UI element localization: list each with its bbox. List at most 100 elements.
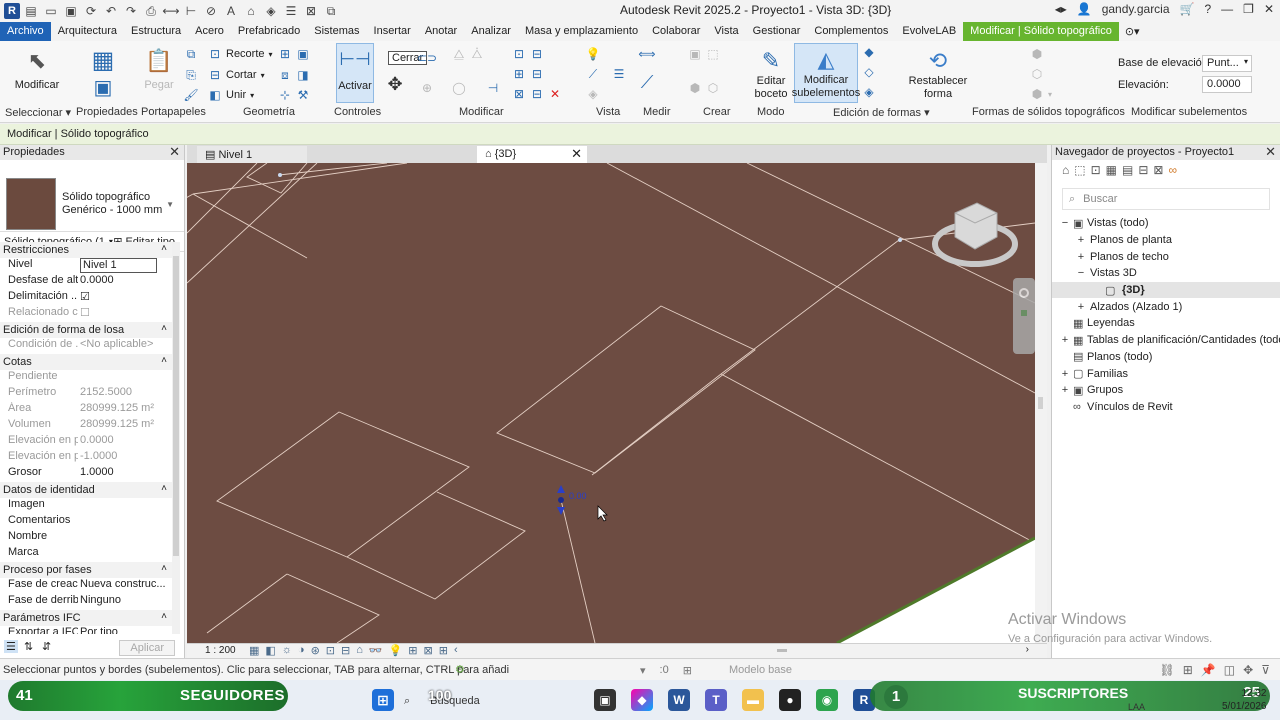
trim-button[interactable]: ⊣: [486, 81, 500, 95]
property-row[interactable]: Fase de derribo Ninguno: [0, 594, 173, 610]
expand-toggle-icon[interactable]: −: [1060, 217, 1070, 229]
undo-icon[interactable]: ↶: [102, 3, 120, 19]
aligned-dimension-icon[interactable]: ⊢: [182, 3, 200, 19]
save-icon[interactable]: ▣: [62, 3, 80, 19]
property-row[interactable]: Imagen: [0, 498, 173, 514]
panel-label-edicion-formas[interactable]: Edición de formas ▾: [833, 106, 930, 119]
sync-icon[interactable]: ⟳: [82, 3, 100, 19]
collapse-icon[interactable]: ˄: [161, 611, 167, 622]
tab-estructura[interactable]: Estructura: [124, 22, 188, 41]
geom-tool-1[interactable]: ⊞ ▣: [278, 47, 310, 61]
geom-tool-2[interactable]: ⧈ ◨: [278, 68, 310, 83]
topo-shape-3[interactable]: ⬢ ▾: [1030, 87, 1052, 101]
view-tool-4[interactable]: ◈: [586, 87, 600, 101]
browser-node[interactable]: ▢ {3D}: [1052, 281, 1280, 299]
task-view-icon[interactable]: ▣: [594, 689, 616, 711]
open-icon[interactable]: ▤: [22, 3, 40, 19]
collapse-icon[interactable]: ˄: [161, 355, 167, 366]
collapse-icon[interactable]: ˄: [161, 483, 167, 494]
browser-node[interactable]: − ▣ Vistas (todo): [1052, 215, 1280, 232]
expand-toggle-icon[interactable]: +: [1076, 301, 1086, 313]
tab-evolvelab[interactable]: EvolveLAB: [895, 22, 963, 41]
paste-button[interactable]: 📋 Pegar: [144, 45, 174, 92]
view-tool-1[interactable]: 💡: [586, 47, 601, 61]
property-row[interactable]: Delimitación ... ☑: [0, 290, 173, 306]
view-tool-3[interactable]: ☰: [612, 67, 626, 81]
select-underlay-icon[interactable]: ⊞: [1183, 663, 1193, 677]
browser-home-icon[interactable]: ⌂: [1062, 163, 1069, 177]
topo-shape-2[interactable]: ⬡: [1030, 67, 1044, 81]
view-vertical-scrollbar[interactable]: [1035, 163, 1047, 643]
tab-insertar[interactable]: Insertar: [367, 22, 418, 41]
property-row[interactable]: Nivel Nivel 1: [0, 258, 173, 274]
collapse-icon[interactable]: ˄: [161, 323, 167, 334]
view-scroll-thumb[interactable]: [1038, 397, 1043, 409]
properties-button[interactable]: ▦: [86, 45, 120, 75]
reveal-hidden-icon[interactable]: 💡: [389, 644, 403, 657]
properties-scroll-thumb[interactable]: [173, 256, 179, 556]
tab-colaborar[interactable]: Colaborar: [645, 22, 707, 41]
property-value[interactable]: [78, 498, 173, 514]
close-view-tab-icon[interactable]: ✕: [571, 146, 582, 162]
modify-button[interactable]: ⬉ Modificar: [12, 45, 62, 92]
status-panel-icon[interactable]: ⊞: [683, 664, 692, 677]
browser-link-icon[interactable]: ∞: [1168, 163, 1177, 177]
browser-3d-icon[interactable]: ⬚: [1074, 163, 1085, 177]
topo-shape-1[interactable]: ⬢: [1030, 47, 1044, 61]
browser-node[interactable]: ▤ Planos (todo): [1052, 349, 1280, 366]
unlock-view-icon[interactable]: ⌂: [356, 644, 363, 657]
property-value[interactable]: Ninguno: [78, 594, 173, 610]
select-links-icon[interactable]: ⛓: [1160, 663, 1175, 677]
property-value[interactable]: Nivel 1: [78, 258, 173, 274]
array-button[interactable]: ⊞ ⊟: [512, 67, 544, 81]
add-split-line-button[interactable]: ◇: [862, 65, 876, 79]
level-input[interactable]: Nivel 1: [80, 258, 157, 273]
minimize-icon[interactable]: —: [1221, 2, 1233, 16]
property-row[interactable]: Grosor 1.0000: [0, 466, 173, 482]
pick-supports-button[interactable]: ◈: [862, 85, 876, 99]
dimension-tool[interactable]: ⟋: [640, 72, 654, 92]
thin-lines-icon[interactable]: ☰: [282, 3, 300, 19]
property-row[interactable]: Desfase de alt...0.0000: [0, 274, 173, 290]
join-button[interactable]: ◧ Unir ▾: [208, 88, 254, 102]
property-section[interactable]: Proceso por fases ˄: [0, 562, 173, 578]
browser-section-icon[interactable]: ⊡: [1091, 163, 1101, 177]
copy-mod-button[interactable]: ⊕: [420, 81, 434, 95]
view-scale[interactable]: 1 : 200: [205, 645, 236, 656]
apply-button[interactable]: Aplicar: [119, 640, 175, 656]
cart-icon[interactable]: 🛒: [1180, 2, 1195, 16]
close-browser-icon[interactable]: ✕: [1265, 144, 1276, 160]
horizontal-scroll-thumb[interactable]: ▬: [777, 644, 787, 655]
switch-windows-icon[interactable]: ⧉: [322, 3, 340, 19]
status-dropdown-icon[interactable]: ▾: [640, 664, 646, 677]
select-pinned-icon[interactable]: 📌: [1201, 663, 1216, 677]
modify-subelements-button[interactable]: ◭ Modificar subelementos: [792, 43, 860, 103]
property-value[interactable]: Por tipo: [78, 626, 173, 634]
sort-alpha-icon[interactable]: ⇵: [42, 640, 51, 653]
steering-wheel-icon[interactable]: [1019, 288, 1029, 298]
start-windows-icon[interactable]: ⊞: [372, 689, 394, 711]
property-section[interactable]: Datos de identidad ˄: [0, 482, 173, 498]
viewcube[interactable]: [932, 202, 1018, 267]
elevation-value-label[interactable]: 0.00: [569, 491, 587, 501]
filter-icon[interactable]: ⊽: [1261, 663, 1270, 677]
tab-vista[interactable]: Vista: [707, 22, 745, 41]
type-properties-button[interactable]: ▣: [86, 75, 120, 101]
media-app-icon[interactable]: ●: [779, 689, 801, 711]
arrow-icon[interactable]: ◂▸: [1055, 2, 1067, 16]
browser-node[interactable]: + ▣ Grupos: [1052, 382, 1280, 399]
match-button[interactable]: 🖌: [183, 88, 198, 102]
create-tool-1[interactable]: ▣ ⬚: [688, 47, 720, 61]
restore-icon[interactable]: ❐: [1243, 2, 1254, 16]
expand-toggle-icon[interactable]: +: [1076, 234, 1086, 246]
property-row[interactable]: Marca: [0, 546, 173, 562]
property-value[interactable]: [78, 530, 173, 546]
drag-select-icon[interactable]: ✥: [1243, 663, 1253, 677]
tab-acero[interactable]: Acero: [188, 22, 231, 41]
copy-button[interactable]: ⧉: [184, 47, 198, 61]
measure-icon[interactable]: ⟷: [162, 3, 180, 19]
browser-node[interactable]: + ▢ Familias: [1052, 365, 1280, 382]
expand-toggle-icon[interactable]: +: [1076, 251, 1086, 263]
navigation-bar[interactable]: [1013, 278, 1035, 354]
pin-button[interactable]: ⊠ ⊟ ✕: [512, 87, 562, 101]
